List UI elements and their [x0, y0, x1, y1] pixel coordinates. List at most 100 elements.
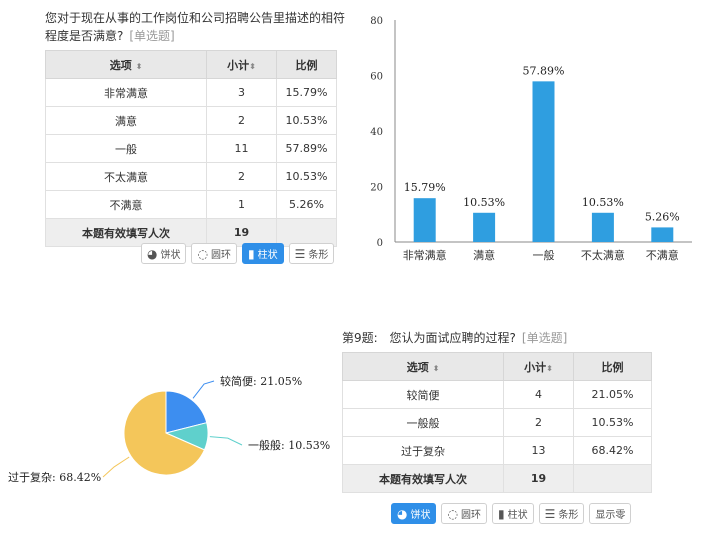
- pie-leader-line: [209, 436, 243, 446]
- col-header-count[interactable]: 小计⬍: [503, 352, 574, 381]
- question-8-title-line1: 您对于现在从事的工作岗位和公司招聘公告里描述的相符: [45, 11, 346, 25]
- sort-icon[interactable]: ⬍: [433, 364, 440, 373]
- pct-cell: 5.26%: [276, 190, 337, 219]
- bar-icon: ▮: [247, 246, 255, 261]
- col-header-count[interactable]: 小计⬍: [206, 50, 277, 79]
- hbar-chart-button[interactable]: ☰ 条形: [538, 503, 585, 524]
- total-empty: [573, 464, 652, 493]
- pie-leader-line: [102, 456, 130, 478]
- table-row: 一般 11 57.89%: [45, 134, 337, 163]
- pct-cell: 21.05%: [573, 380, 652, 409]
- bar-chart-button[interactable]: ▮ 柱状: [491, 503, 534, 524]
- pct-cell: 57.89%: [276, 134, 337, 163]
- y-tick-label: 20: [370, 183, 383, 194]
- pct-cell: 15.79%: [276, 78, 337, 107]
- pct-cell: 10.53%: [276, 106, 337, 135]
- question-9-title: 第9题: 您认为面试应聘的过程? [单选题]: [342, 329, 567, 347]
- option-cell: 非常满意: [45, 78, 207, 107]
- col-header-pct: 比例: [573, 352, 652, 381]
- count-cell: 13: [503, 436, 574, 465]
- ring-chart-button[interactable]: ◌ 圆环: [441, 503, 487, 524]
- table-row: 不太满意 2 10.53%: [45, 162, 337, 191]
- bar-data-label: 10.53%: [463, 196, 505, 209]
- table-header-row: 选项 ⬍ 小计⬍ 比例: [342, 352, 652, 381]
- pie-icon: ◕: [397, 506, 408, 521]
- y-tick-label: 0: [377, 238, 383, 249]
- question-number: 第9题:: [342, 331, 378, 345]
- y-tick-label: 40: [370, 127, 383, 138]
- pie-chart-button[interactable]: ◕ 饼状: [391, 503, 437, 524]
- table-header-row: 选项 ⬍ 小计⬍ 比例: [45, 50, 337, 79]
- question-9-table: 选项 ⬍ 小计⬍ 比例 较简便 4 21.05% 一般般 2 10.53% 过于…: [342, 352, 652, 493]
- total-label: 本题有效填写人次: [342, 464, 504, 493]
- option-cell: 满意: [45, 106, 207, 135]
- sort-icon[interactable]: ⬍: [546, 364, 553, 373]
- bar-data-label: 10.53%: [582, 196, 624, 209]
- count-cell: 3: [206, 78, 277, 107]
- table-row: 满意 2 10.53%: [45, 106, 337, 135]
- question-8-title-line2: 程度是否满意?: [45, 29, 124, 43]
- sort-icon[interactable]: ⬍: [136, 62, 143, 71]
- pct-cell: 68.42%: [573, 436, 652, 465]
- option-cell: 一般般: [342, 408, 504, 437]
- bar-data-label: 57.89%: [523, 64, 565, 77]
- question-8-title: 您对于现在从事的工作岗位和公司招聘公告里描述的相符 程度是否满意? [单选题]: [45, 9, 345, 45]
- sort-icon[interactable]: ⬍: [249, 62, 256, 71]
- bar: [591, 212, 614, 242]
- count-cell: 4: [503, 380, 574, 409]
- bar: [651, 227, 674, 242]
- count-cell: 2: [503, 408, 574, 437]
- question-9-chart-switcher: ◕ 饼状 ◌ 圆环 ▮ 柱状 ☰ 条形 显示零: [391, 503, 632, 524]
- bar: [413, 198, 436, 242]
- col-header-pct: 比例: [276, 50, 337, 79]
- count-cell: 2: [206, 106, 277, 135]
- col-header-option[interactable]: 选项 ⬍: [45, 50, 207, 79]
- option-cell: 一般: [45, 134, 207, 163]
- x-tick-label: 不太满意: [581, 248, 625, 262]
- bar-data-label: 5.26%: [645, 210, 680, 223]
- col-header-option[interactable]: 选项 ⬍: [342, 352, 504, 381]
- pct-cell: 10.53%: [276, 162, 337, 191]
- ring-icon: ◌: [197, 246, 208, 261]
- table-row: 一般般 2 10.53%: [342, 408, 652, 437]
- q8-bar-chart: 0 20 40 60 80 15.79% 非常满意 10.53% 满意 57.89% 一般 10.53…: [370, 16, 692, 262]
- question-8-chart-switcher: ◕ 饼状 ◌ 圆环 ▮ 柱状 ☰ 条形: [141, 243, 335, 264]
- y-tick-label: 80: [370, 16, 383, 27]
- question-8-table: 选项 ⬍ 小计⬍ 比例 非常满意 3 15.79% 满意 2 10.53% 一般…: [45, 50, 337, 247]
- ring-icon: ◌: [447, 506, 458, 521]
- count-cell: 2: [206, 162, 277, 191]
- q9-pie-chart: 较简便: 21.05% 一般般: 10.53% 过于复杂: 68.42%: [8, 374, 330, 484]
- bar-chart-button[interactable]: ▮ 柱状: [241, 243, 284, 264]
- bar: [473, 212, 496, 242]
- question-9-title-text: 您认为面试应聘的过程?: [389, 331, 516, 345]
- pct-cell: 10.53%: [573, 408, 652, 437]
- count-cell: 11: [206, 134, 277, 163]
- pie-data-label: 一般般: 10.53%: [248, 439, 330, 452]
- question-type-tag: [单选题]: [521, 331, 568, 345]
- pie-chart-button[interactable]: ◕ 饼状: [141, 243, 187, 264]
- pie-icon: ◕: [147, 246, 158, 261]
- table-row: 较简便 4 21.05%: [342, 380, 652, 409]
- ring-chart-button[interactable]: ◌ 圆环: [191, 243, 237, 264]
- x-tick-label: 非常满意: [403, 248, 447, 262]
- show-zero-button[interactable]: 显示零: [589, 503, 632, 524]
- option-cell: 不满意: [45, 190, 207, 219]
- bar: [532, 81, 555, 242]
- x-tick-label: 不满意: [646, 248, 679, 262]
- hbar-icon: ☰: [294, 246, 306, 261]
- table-row: 非常满意 3 15.79%: [45, 78, 337, 107]
- pie-leader-line: [192, 380, 215, 399]
- x-tick-label: 满意: [473, 248, 495, 262]
- option-cell: 不太满意: [45, 162, 207, 191]
- option-cell: 过于复杂: [342, 436, 504, 465]
- bar-data-label: 15.79%: [404, 181, 446, 194]
- hbar-chart-button[interactable]: ☰ 条形: [288, 243, 335, 264]
- count-cell: 1: [206, 190, 277, 219]
- total-count: 19: [503, 464, 574, 493]
- table-total-row: 本题有效填写人次 19: [342, 464, 652, 493]
- pie-data-label: 过于复杂: 68.42%: [8, 470, 101, 484]
- pie-data-label: 较简便: 21.05%: [220, 374, 302, 388]
- table-row: 不满意 1 5.26%: [45, 190, 337, 219]
- bar-icon: ▮: [497, 506, 505, 521]
- x-tick-label: 一般: [533, 249, 555, 262]
